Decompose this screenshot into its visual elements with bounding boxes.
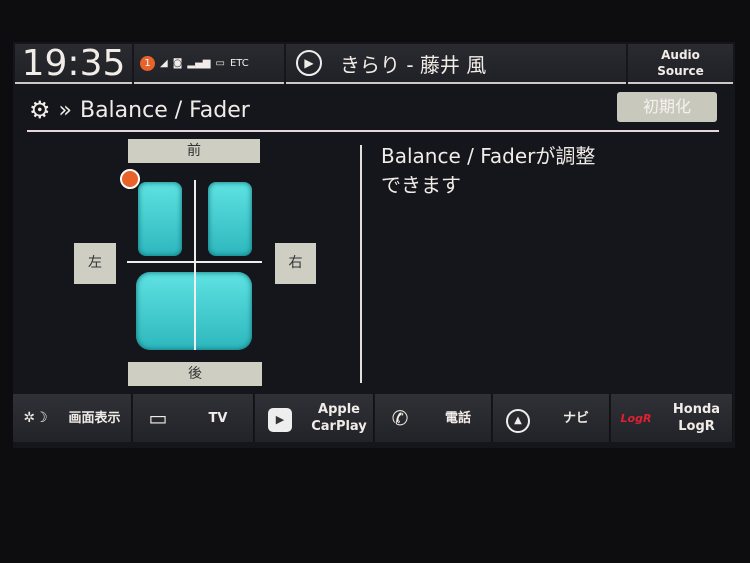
phone-icon: ✆ (391, 406, 409, 430)
status-icons: 1 ◢ ◙ ▂▄▆ ▭ ETC (134, 44, 284, 84)
signal-icon: ▂▄▆ (187, 57, 211, 69)
infotainment-screen: 19:35 1 ◢ ◙ ▂▄▆ ▭ ETC ▶ きらり - 藤井 風 Audio… (13, 42, 735, 448)
logr-line2: LogR (678, 419, 715, 434)
logr-label: Honda LogR (661, 401, 732, 435)
fader-line (194, 180, 196, 350)
help-message: Balance / Faderが調整 できます (381, 142, 641, 200)
audio-source-button[interactable]: Audio Source (628, 44, 733, 84)
play-icon: ▶ (296, 50, 322, 76)
logr-line1: Honda (672, 402, 721, 417)
phone-label: 電話 (444, 410, 471, 426)
connected-car-icon: ◢ (160, 57, 168, 69)
page-header: ⚙ » Balance / Fader (27, 90, 719, 132)
divider (360, 145, 362, 383)
chevron-icon: » (58, 97, 72, 123)
navigation-icon: ▲ (493, 404, 543, 433)
audio-source-line1: Audio (661, 48, 700, 62)
etc-label: ETC (229, 57, 249, 69)
front-left-seat (138, 182, 182, 256)
now-playing[interactable]: ▶ きらり - 藤井 風 (286, 44, 626, 84)
carplay-button[interactable]: ▶ Apple CarPlay (255, 394, 374, 442)
wifi-icon: ◙ (172, 57, 183, 69)
track-title: きらり - 藤井 風 (340, 52, 487, 77)
front-button[interactable]: 前 (128, 139, 260, 163)
battery-icon: ▭ (215, 57, 225, 69)
notification-badge[interactable]: 1 (140, 55, 155, 71)
help-line1: Balance / Faderが調整 (381, 144, 596, 168)
position-marker[interactable] (120, 169, 140, 189)
tv-icon: ▭ (148, 406, 168, 430)
left-button[interactable]: 左 (74, 243, 116, 284)
help-line2: できます (381, 173, 461, 197)
phone-button[interactable]: ✆ 電話 (375, 394, 492, 442)
audio-source-line2: Source (657, 64, 704, 78)
logr-icon: LogR (620, 411, 652, 425)
navi-label: ナビ (562, 410, 589, 426)
tv-button[interactable]: ▭ TV (133, 394, 254, 442)
carplay-line1: Apple (318, 402, 360, 417)
clock: 19:35 (15, 44, 132, 84)
navi-button[interactable]: ▲ ナビ (493, 394, 610, 442)
tv-label: TV (208, 410, 228, 426)
brightness-icon: ✲☽ (23, 410, 48, 426)
gear-icon: ⚙ (29, 96, 51, 124)
carplay-line2: CarPlay (311, 419, 367, 434)
reset-button[interactable]: 初期化 (617, 92, 717, 122)
page-title: Balance / Fader (79, 97, 250, 123)
carplay-icon: ▶ (255, 404, 305, 432)
front-right-seat (208, 182, 252, 256)
display-label: 画面表示 (68, 410, 121, 426)
rear-button[interactable]: 後 (128, 362, 262, 386)
right-button[interactable]: 右 (275, 243, 316, 284)
logr-button[interactable]: LogR Honda LogR (611, 394, 733, 442)
carplay-label: Apple CarPlay (305, 401, 373, 435)
display-button[interactable]: ✲☽ 画面表示 (13, 394, 132, 442)
